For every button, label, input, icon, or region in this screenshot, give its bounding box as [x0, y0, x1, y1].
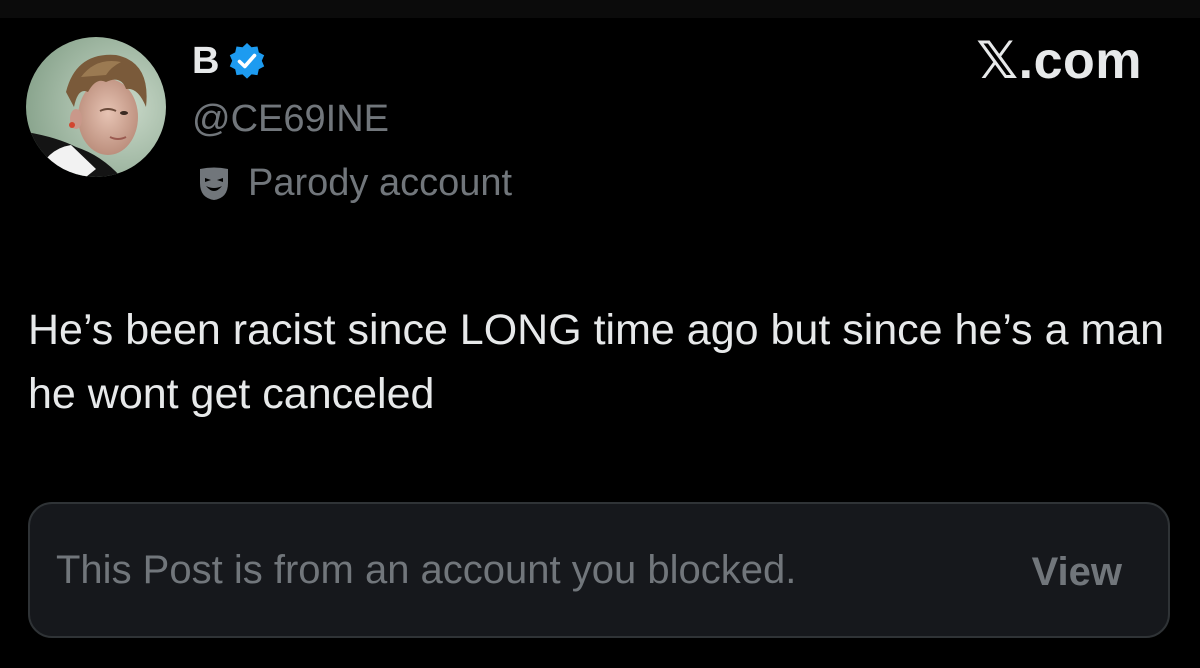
post-text: He’s been racist since LONG time ago but… — [28, 306, 1165, 418]
verified-badge-icon — [227, 41, 267, 81]
theater-mask-icon — [194, 163, 234, 203]
account-label-text: Parody account — [248, 162, 513, 204]
view-button[interactable]: View — [1032, 548, 1122, 596]
display-name[interactable]: B — [192, 37, 219, 85]
top-bar — [0, 0, 1200, 18]
user-handle[interactable]: @CE69INE — [192, 95, 389, 143]
blocked-account-notice: This Post is from an account you blocked… — [28, 502, 1170, 638]
brand-watermark: 𝕏.com — [976, 32, 1142, 90]
avatar[interactable] — [26, 37, 166, 177]
blocked-notice-message: This Post is from an account you blocked… — [56, 548, 797, 592]
parody-account-label: Parody account — [194, 159, 512, 207]
display-name-row[interactable]: B — [192, 37, 267, 85]
